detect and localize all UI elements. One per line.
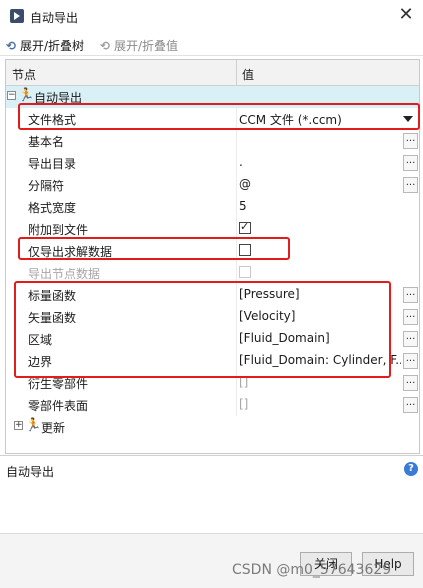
- running-man-icon: 🏃: [18, 88, 35, 103]
- row-label: 导出节点数据: [28, 267, 101, 281]
- help-icon[interactable]: ?: [404, 462, 418, 476]
- highlight-solution-only: [18, 237, 290, 260]
- expand-values-button: ⟲ 展开/折叠值: [100, 37, 178, 53]
- expand-values-label: 展开/折叠值: [114, 39, 179, 53]
- row-label: 基本名: [28, 135, 65, 149]
- row-base-name[interactable]: 基本名 ...: [6, 130, 419, 152]
- row-format-width[interactable]: 格式宽度 5: [6, 196, 419, 218]
- export-dir-field[interactable]: .: [239, 155, 401, 169]
- expand-tree-label: 展开/折叠树: [20, 39, 85, 53]
- row-export-dir[interactable]: 导出目录 . ...: [6, 152, 419, 174]
- append-file-checkbox[interactable]: [239, 220, 251, 234]
- footer: 关闭 Help: [0, 533, 423, 588]
- more-button[interactable]: ...: [403, 375, 418, 391]
- tree-node-update[interactable]: + 🏃 更新: [6, 416, 419, 438]
- close-icon[interactable]: ✕: [396, 5, 416, 25]
- row-label: 附加到文件: [28, 223, 89, 237]
- separator-field[interactable]: @: [239, 177, 401, 191]
- format-width-field[interactable]: 5: [239, 199, 401, 213]
- row-separator[interactable]: 分隔符 @ ...: [6, 174, 419, 196]
- refresh-icon: ⟲: [100, 39, 111, 53]
- more-button[interactable]: ...: [403, 309, 418, 325]
- running-man-icon: 🏃: [25, 418, 42, 433]
- grid-header: 节点 值: [6, 60, 419, 86]
- expand-icon[interactable]: +: [14, 421, 23, 430]
- more-button[interactable]: ...: [403, 155, 418, 171]
- title-bar: 自动导出 ✕: [0, 0, 423, 32]
- row-label: 格式宽度: [28, 201, 77, 215]
- group-label: 更新: [41, 421, 66, 435]
- watermark-text: CSDN @m0_57643629: [232, 562, 392, 578]
- window-title: 自动导出: [30, 11, 79, 25]
- more-button[interactable]: ...: [403, 397, 418, 413]
- more-button[interactable]: ...: [403, 133, 418, 149]
- more-button[interactable]: ...: [403, 287, 418, 303]
- row-label: 分隔符: [28, 179, 65, 193]
- expand-tree-button[interactable]: ⟲ 展开/折叠树: [6, 37, 84, 53]
- description-panel: 自动导出 ?: [0, 455, 423, 533]
- more-button[interactable]: ...: [403, 177, 418, 193]
- app-logo-icon: [10, 9, 24, 23]
- collapse-icon[interactable]: −: [7, 91, 16, 100]
- row-part-surfaces[interactable]: 零部件表面 [] ...: [6, 394, 419, 416]
- more-button[interactable]: ...: [403, 331, 418, 347]
- header-node: 节点: [12, 68, 37, 82]
- part-surfaces-value[interactable]: []: [239, 397, 401, 411]
- node-data-checkbox: [239, 266, 251, 278]
- row-label: 零部件表面: [28, 399, 89, 413]
- highlight-functions: [14, 281, 391, 378]
- more-button[interactable]: ...: [403, 353, 418, 369]
- row-label: 导出目录: [28, 157, 77, 171]
- header-value: 值: [242, 68, 255, 82]
- toolbar: ⟲ 展开/折叠树 ⟲ 展开/折叠值: [0, 32, 423, 56]
- highlight-file-format: [18, 103, 420, 130]
- refresh-icon: ⟲: [6, 39, 17, 53]
- description-title: 自动导出: [6, 465, 55, 479]
